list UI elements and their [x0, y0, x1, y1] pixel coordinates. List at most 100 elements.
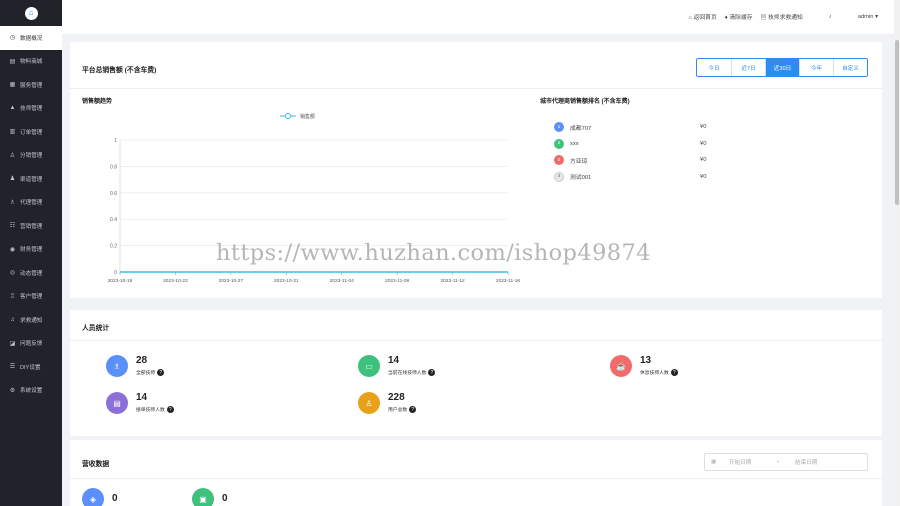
sidebar-item[interactable]: ◉ 财务管理 — [0, 238, 62, 262]
user-menu[interactable]: admin ▾ — [858, 14, 878, 20]
menu-icon: ◷ — [9, 35, 16, 42]
stat-value: 28 — [136, 355, 148, 366]
help-icon[interactable]: ? — [157, 369, 165, 376]
scrollbar-thumb[interactable] — [895, 40, 899, 205]
rank-name: 测试001 — [570, 175, 592, 181]
help-icon[interactable]: ? — [409, 406, 417, 413]
date-separator: - — [777, 459, 779, 465]
rank-value: ¥0 — [700, 173, 707, 180]
bell-icon[interactable]: ♪ — [829, 14, 832, 20]
sidebar-item-label: 技师管理 — [20, 106, 43, 113]
start-date-input[interactable]: 开始日期 — [729, 458, 777, 466]
y-tick-label: 0.4 — [110, 217, 117, 223]
rank-title: 城市代理商销售额排名 (不含车费) — [540, 99, 630, 105]
range-tab[interactable]: 近30日 — [765, 59, 799, 76]
topbar: ⌂ 返回首页 ♦ 清除缓存 ▤ 技师求救通知 ♪ admin ▾ — [62, 0, 900, 34]
sales-card: 平台总销售额 (不含车费) 今日 近7日 近30日 今年 自定义 销售额趋势 城市代理商… — [70, 42, 882, 298]
sidebar-item[interactable]: ♙ 分销管理 — [0, 144, 62, 168]
sidebar-item[interactable]: ⚙ 系统设置 — [0, 379, 62, 403]
range-tab[interactable]: 近7日 — [731, 59, 765, 76]
rank-badge: 2 — [554, 138, 564, 149]
rank-badge: 1 — [554, 122, 564, 132]
people-icon: ♗ — [106, 355, 128, 377]
range-tab[interactable]: 今年 — [799, 59, 833, 76]
x-tick-label: 2023-11-12 — [440, 278, 465, 284]
sidebar-item[interactable]: ▤ 物料商城 — [0, 50, 62, 74]
range-tab[interactable]: 今日 — [697, 59, 731, 76]
menu-icon: ◎ — [9, 270, 16, 277]
revenue-card-title: 营收数据 — [82, 461, 110, 468]
sidebar-item[interactable]: ◪ 问题反馈 — [0, 332, 62, 356]
legend-marker — [285, 113, 291, 119]
range-tabs: 今日 近7日 近30日 今年 自定义 — [696, 58, 868, 77]
sidebar-item[interactable]: ▦ 服务管理 — [0, 73, 62, 97]
rank-row: 3 方亚琼 ¥0 — [554, 155, 706, 165]
help-icon[interactable]: ? — [670, 369, 678, 376]
staff-stat: ▤ 14 接单技师人数? — [106, 392, 174, 414]
sidebar-item[interactable]: ▥ 订单管理 — [0, 120, 62, 144]
bag-icon: ▣ — [192, 488, 214, 506]
end-date-input[interactable]: 结束日期 — [795, 458, 817, 466]
sidebar-item-label: 问题反馈 — [20, 341, 43, 348]
trend-title: 销售额趋势 — [82, 99, 113, 105]
sidebar-item[interactable]: ▲ 技师管理 — [0, 97, 62, 121]
sos-notify-label: 技师求救通知 — [767, 15, 803, 21]
wallet-icon: ◈ — [82, 488, 104, 506]
page-scrollbar[interactable] — [894, 0, 900, 506]
sidebar-item[interactable]: ◷ 数据概况 — [0, 26, 62, 50]
sidebar-item[interactable]: ◎ 动态管理 — [0, 261, 62, 285]
sidebar-item-label: 分销管理 — [20, 153, 43, 160]
x-tick-label: 2023-10-23 — [163, 278, 188, 284]
menu-icon: ▥ — [9, 129, 16, 136]
sidebar-item-label: 订单管理 — [20, 129, 43, 136]
staff-stat: ♗ 28 全部技师? — [106, 355, 165, 377]
home-icon: ⌂ — [688, 15, 692, 21]
x-tick-label: 2023-11-08 — [385, 278, 410, 284]
staff-stat: ▭ 14 当前在线技师人数? — [358, 355, 436, 377]
range-tab[interactable]: 自定义 — [833, 59, 867, 76]
help-icon[interactable]: ? — [428, 369, 436, 376]
sidebar-item[interactable]: ♗ 代理管理 — [0, 191, 62, 215]
sidebar-item[interactable]: ♫ 求救通知 — [0, 308, 62, 332]
stat-value: 14 — [136, 392, 148, 403]
sidebar-item-label: DIY设置 — [20, 364, 41, 371]
y-tick-label: 0 — [114, 270, 117, 276]
back-home-link[interactable]: ⌂ 返回首页 — [688, 12, 716, 21]
clear-cache-link[interactable]: ♦ 清除缓存 — [725, 12, 753, 21]
legend-label: 销售额 — [300, 113, 315, 120]
user-icon: ♙ — [358, 392, 380, 414]
sidebar-logo[interactable]: ⌂ — [0, 0, 62, 26]
rank-name: xxx — [570, 140, 579, 147]
help-icon[interactable]: ? — [166, 406, 174, 413]
sidebar-item[interactable]: ☷ 营销管理 — [0, 214, 62, 238]
rank-badge: 4 — [554, 171, 564, 182]
x-tick-label: 2023-10-31 — [274, 278, 299, 284]
x-tick-label: 2023-11-04 — [330, 278, 355, 284]
menu-icon: ▤ — [9, 58, 16, 65]
date-range-picker[interactable]: ▦ 开始日期 - 结束日期 — [704, 453, 868, 471]
sidebar-item[interactable]: ☰ DIY设置 — [0, 355, 62, 379]
clipboard-icon: ▤ — [106, 392, 128, 414]
sidebar-item-label: 渠道管理 — [20, 176, 43, 183]
stat-value: 13 — [640, 355, 652, 366]
menu-icon: ⚙ — [9, 387, 16, 394]
stat-label: 用户总数 — [388, 408, 408, 413]
sidebar-item-label: 系统设置 — [20, 388, 43, 395]
y-tick-label: 0.2 — [110, 244, 117, 250]
menu-icon: ▦ — [9, 82, 16, 89]
sidebar-item-label: 物料商城 — [20, 59, 43, 66]
stat-value: 0 — [112, 493, 118, 504]
rank-row: 4 测试001 ¥0 — [554, 171, 707, 182]
sidebar-item-label: 数据概况 — [20, 35, 43, 42]
menu-icon: ☷ — [9, 223, 16, 230]
stat-label: 全部技师 — [136, 371, 156, 376]
x-tick-label: 2023-11-16 — [496, 278, 521, 284]
stat-label: 当前在线技师人数 — [388, 371, 427, 376]
x-tick-label: 2023-10-19 — [108, 278, 133, 284]
sos-notify-link[interactable]: ▤ 技师求救通知 — [761, 12, 803, 21]
menu-icon: ▲ — [9, 105, 16, 112]
rank-value: ¥0 — [700, 140, 707, 147]
y-tick-label: 0.6 — [110, 191, 117, 197]
sidebar-item[interactable]: ♟ 渠道管理 — [0, 167, 62, 191]
sidebar-item[interactable]: ♖ 客户管理 — [0, 285, 62, 309]
